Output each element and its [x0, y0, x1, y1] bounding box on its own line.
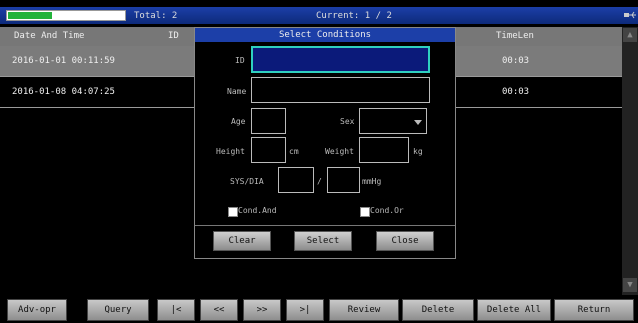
dialog-title: Select Conditions [195, 28, 455, 42]
usb-icon [624, 11, 636, 19]
cell-datetime: 2016-01-01 00:11:59 [12, 56, 115, 66]
last-page-button[interactable]: >| [286, 299, 324, 321]
query-button[interactable]: Query [87, 299, 149, 321]
return-button[interactable]: Return [554, 299, 634, 321]
bottom-toolbar: Adv-opr Query |< << >> >| Review Delete … [0, 295, 638, 323]
battery-fill [8, 12, 52, 19]
sys-field[interactable] [278, 167, 314, 193]
weight-label: Weight [325, 147, 354, 156]
cond-or-checkbox[interactable] [360, 207, 370, 217]
col-id: ID [168, 31, 179, 41]
scroll-down-icon[interactable]: ▼ [623, 278, 637, 292]
id-label: ID [235, 56, 245, 65]
close-button[interactable]: Close [376, 231, 434, 251]
height-label: Height [216, 147, 245, 156]
prev-page-button[interactable]: << [200, 299, 238, 321]
delete-button[interactable]: Delete [402, 299, 474, 321]
cell-datetime: 2016-01-08 04:07:25 [12, 87, 115, 97]
cond-and-checkbox[interactable] [228, 207, 238, 217]
vertical-scrollbar[interactable]: ▲ ▼ [622, 27, 638, 295]
cond-or-label: Cond.Or [370, 206, 404, 215]
name-field[interactable] [251, 77, 430, 103]
weight-field[interactable] [359, 137, 409, 163]
sex-select[interactable] [359, 108, 427, 134]
age-label: Age [231, 117, 246, 126]
battery-indicator [6, 10, 126, 21]
sysdia-unit: mmHg [362, 177, 382, 186]
review-button[interactable]: Review [329, 299, 399, 321]
sex-label: Sex [340, 117, 355, 126]
weight-unit: kg [413, 147, 423, 156]
cond-and-label: Cond.And [238, 206, 277, 215]
total-count: Total: 2 [134, 11, 178, 21]
cell-timelen: 00:03 [502, 56, 530, 66]
current-record: Current: 1 / 2 [316, 11, 392, 21]
first-page-button[interactable]: |< [157, 299, 195, 321]
delete-all-button[interactable]: Delete All [477, 299, 551, 321]
dialog-divider [195, 225, 455, 226]
select-button[interactable]: Select [294, 231, 352, 251]
col-datetime: Date And Time [14, 31, 85, 41]
next-page-button[interactable]: >> [243, 299, 281, 321]
height-field[interactable] [251, 137, 286, 163]
height-unit: cm [289, 147, 299, 156]
name-label: Name [227, 87, 247, 96]
scroll-up-icon[interactable]: ▲ [623, 28, 637, 42]
adv-opr-button[interactable]: Adv-opr [7, 299, 67, 321]
age-field[interactable] [251, 108, 286, 134]
sysdia-label: SYS/DIA [230, 177, 264, 186]
col-timelen: TimeLen [496, 31, 534, 41]
status-bar: Total: 2 Current: 1 / 2 [0, 0, 638, 27]
dia-field[interactable] [327, 167, 360, 193]
chevron-down-icon [414, 120, 422, 125]
select-conditions-dialog: Select Conditions ID Name Age Sex Height… [194, 27, 456, 259]
sysdia-separator: / [317, 177, 322, 186]
clear-button[interactable]: Clear [213, 231, 271, 251]
cell-timelen: 00:03 [502, 87, 530, 97]
id-field[interactable] [251, 46, 430, 73]
